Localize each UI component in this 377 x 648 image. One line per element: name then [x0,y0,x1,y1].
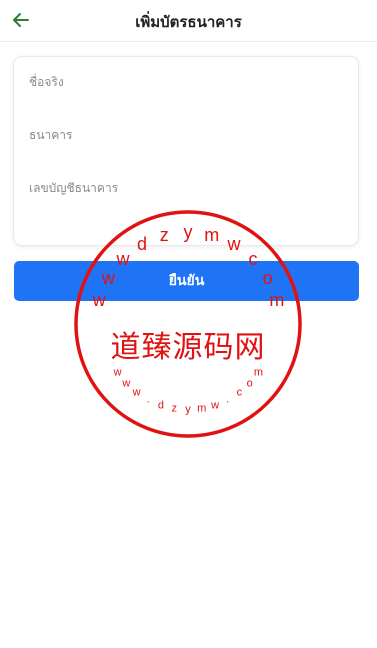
account-number-field [29,171,343,205]
bank-card-form [13,56,359,246]
watermark-center-text: 道臻源码网 [110,330,266,365]
watermark-letter: . [226,393,230,406]
watermark-letter: w [113,366,122,379]
watermark-letter: w [132,386,141,399]
watermark-letter: w [122,377,131,390]
watermark-letter: . [146,393,150,406]
watermark-letter: w [211,399,220,412]
watermark-letter: z [171,402,178,415]
watermark-letter: o [246,377,253,390]
real-name-field [29,65,343,99]
page-title: เพิ่มบัตรธนาคาร [135,13,242,31]
real-name-input[interactable] [29,65,343,99]
watermark-letter: m [197,402,207,415]
bank-input[interactable] [29,118,343,152]
watermark-letter: d [157,399,164,412]
bank-field [29,118,343,152]
add-bank-card-screen: เพิ่มบัตรธนาคาร ยืนยัน 道臻源码网 wwwdzymwcom… [0,0,377,648]
confirm-button[interactable]: ยืนยัน [14,261,359,301]
watermark-letter: c [236,386,243,399]
account-number-input[interactable] [29,171,343,205]
app-header: เพิ่มบัตรธนาคาร [0,0,377,42]
watermark-letter: m [253,366,264,379]
watermark-letter: y [185,403,191,416]
